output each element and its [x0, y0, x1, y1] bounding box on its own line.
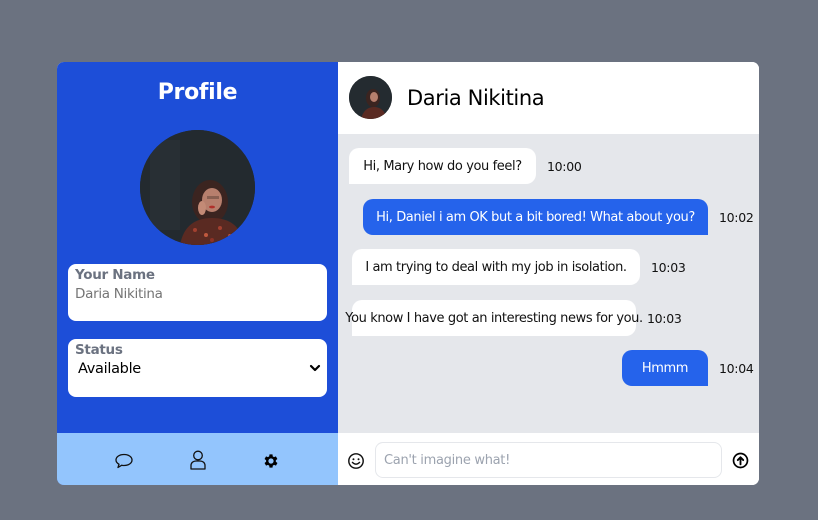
name-field-card: Your Name: [68, 264, 327, 321]
smiley-icon[interactable]: [347, 452, 365, 470]
message-bubble-incoming: You know I have got an interesting news …: [345, 300, 643, 336]
chat-bubble-icon[interactable]: [114, 451, 134, 471]
name-field-label: Your Name: [75, 267, 155, 283]
profile-avatar: [140, 130, 255, 245]
profile-sidebar: Profile Your Name Stat: [57, 62, 338, 485]
message-time: 10:03: [651, 260, 686, 275]
message-bubble-incoming: Hi, Mary how do you feel?: [349, 148, 536, 184]
message-list: Hi, Mary how do you feel? 10:00 Hi, Dani…: [338, 134, 759, 433]
user-icon[interactable]: [188, 449, 208, 471]
message-composer: [338, 433, 759, 485]
chat-app: Profile Your Name Stat: [57, 62, 759, 485]
message-time: 10:04: [719, 361, 754, 376]
message-bubble-outgoing: Hi, Daniel i am OK but a bit bored! What…: [363, 199, 708, 235]
contact-photo-icon: [349, 76, 392, 119]
status-select[interactable]: Available: [78, 361, 141, 377]
status-field-label: Status: [75, 342, 123, 358]
contact-name: Daria Nikitina: [407, 86, 545, 110]
message-time: 10:03: [647, 311, 682, 326]
contact-avatar[interactable]: [349, 76, 392, 119]
message-time: 10:00: [547, 159, 582, 174]
chat-header: Daria Nikitina: [338, 62, 759, 134]
chat-panel: Daria Nikitina Hi, Mary how do you feel?…: [338, 62, 759, 485]
message-input[interactable]: [375, 442, 722, 478]
name-input[interactable]: [75, 286, 315, 302]
arrow-up-circle-icon[interactable]: [732, 452, 749, 469]
chevron-down-icon[interactable]: [308, 361, 322, 375]
profile-photo-icon: [140, 130, 255, 245]
message-bubble-outgoing: Hmmm: [622, 350, 708, 386]
message-bubble-incoming: I am trying to deal with my job in isola…: [352, 249, 640, 285]
sidebar-footer-nav: [57, 433, 338, 485]
status-field-card[interactable]: Status Available: [68, 339, 327, 397]
gear-icon[interactable]: [262, 452, 280, 470]
profile-title: Profile: [157, 80, 238, 105]
message-time: 10:02: [719, 210, 754, 225]
